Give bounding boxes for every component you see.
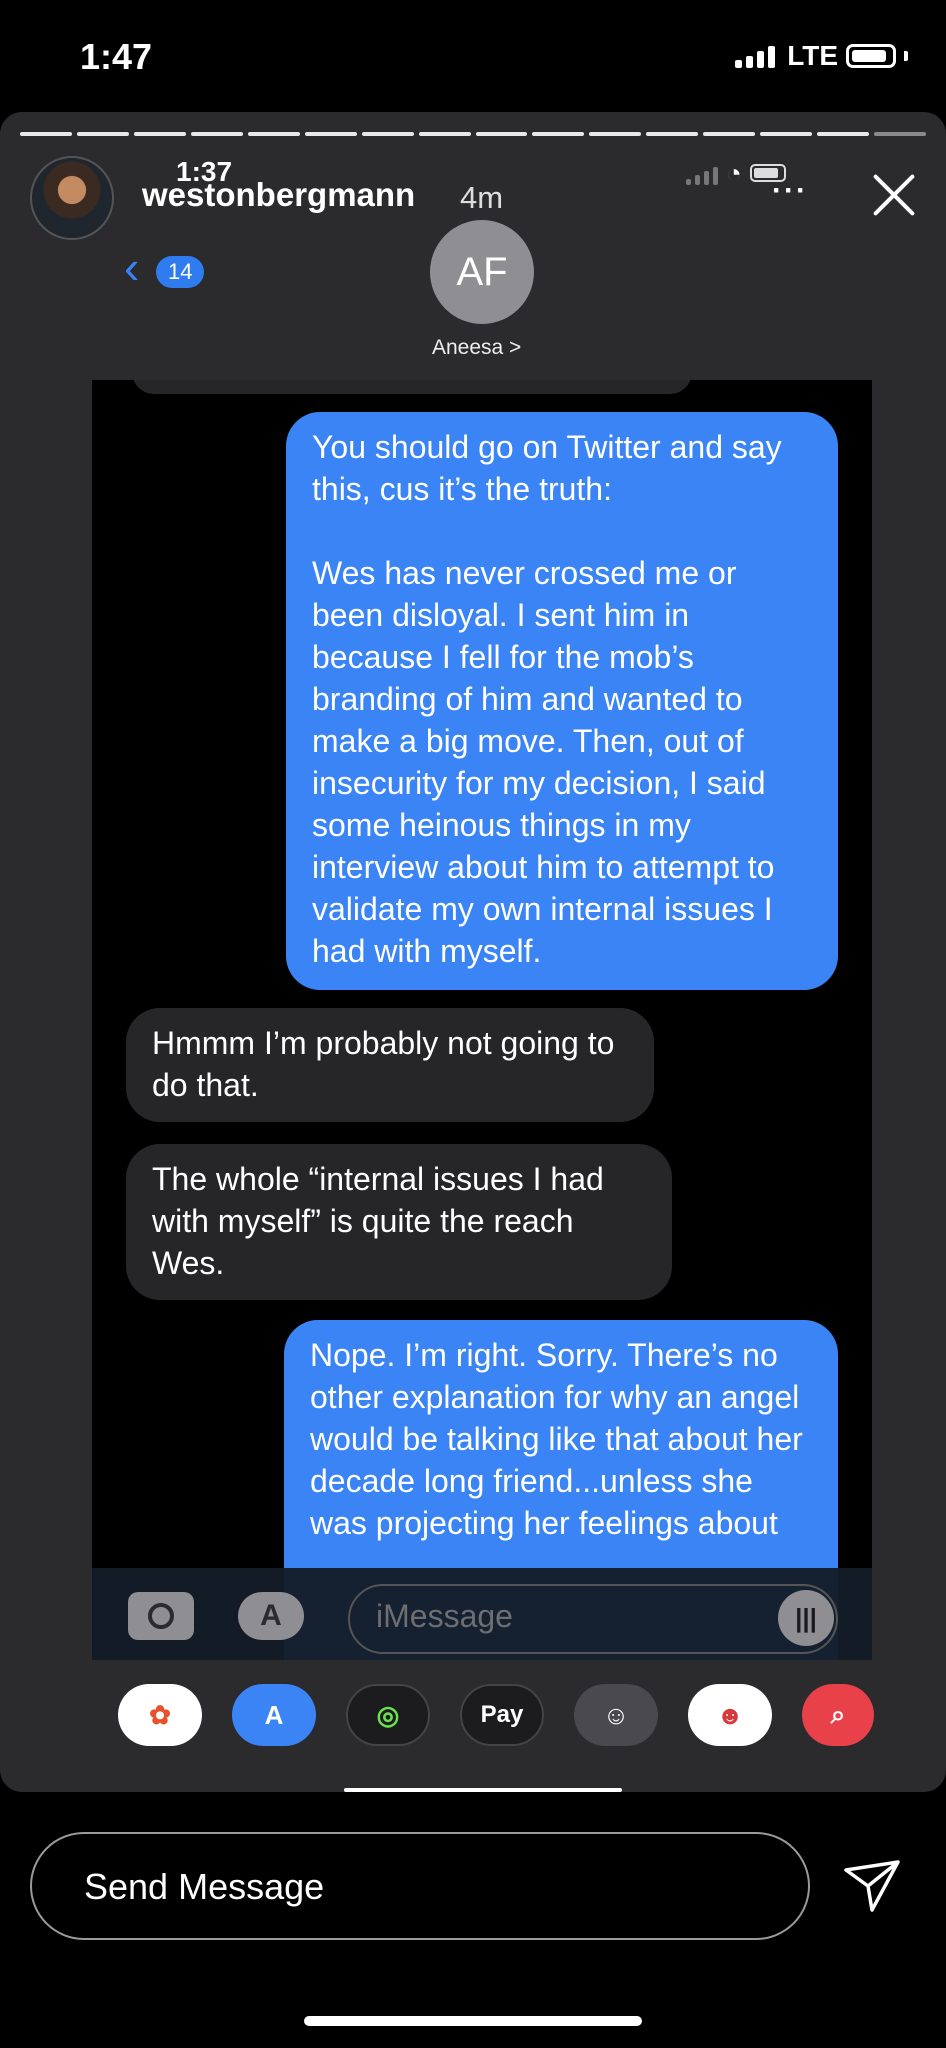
app-store-icon: A — [238, 1592, 304, 1640]
sent-message-bubble: You should go on Twitter and say this, c… — [286, 412, 838, 990]
message-text: The whole “internal issues I had with my… — [152, 1161, 613, 1281]
received-message-bubble: The whole “internal issues I had with my… — [126, 1144, 672, 1300]
send-message-placeholder: Send Message — [84, 1866, 325, 1907]
progress-segment — [247, 132, 300, 136]
received-message-bubble: Hmmm I’m probably not going to do that. — [126, 1008, 654, 1122]
animoji-icon: ☻ — [688, 1684, 772, 1746]
progress-segment — [190, 132, 243, 136]
status-indicators: LTE — [735, 40, 908, 72]
progress-segment — [760, 132, 813, 136]
inner-home-indicator — [344, 1788, 622, 1792]
battery-icon — [846, 44, 896, 68]
unread-count-badge: 14 — [156, 256, 205, 288]
inner-signal-icon — [686, 161, 718, 185]
story-progress-bar — [20, 132, 926, 136]
signal-icon — [735, 44, 776, 68]
network-label: LTE — [787, 40, 838, 71]
progress-segment — [874, 132, 926, 136]
photos-icon: ✿ — [118, 1684, 202, 1746]
image-search-icon: ⌕ — [802, 1684, 874, 1746]
message-thread: You should go on Twitter and say this, c… — [92, 380, 872, 1660]
send-icon[interactable] — [842, 1856, 902, 1916]
inner-status-icons: ◔ — [686, 160, 786, 186]
apple-pay-icon: Pay — [460, 1684, 544, 1746]
home-indicator — [304, 2016, 642, 2026]
profile-avatar[interactable] — [30, 156, 114, 240]
partial-message-bubble — [132, 380, 692, 394]
progress-segment — [589, 132, 642, 136]
progress-segment — [76, 132, 129, 136]
progress-segment — [304, 132, 357, 136]
audio-waveform-icon: ||| — [778, 1590, 834, 1646]
contact-name: Aneesa > — [432, 336, 522, 359]
progress-segment — [418, 132, 471, 136]
story-age: 4m — [460, 180, 504, 215]
message-text: Hmmm I’m probably not going to do that. — [152, 1025, 624, 1103]
progress-segment — [20, 132, 72, 136]
memoji-icon: ☺ — [574, 1684, 658, 1746]
progress-segment — [703, 132, 756, 136]
progress-segment — [532, 132, 585, 136]
close-icon[interactable] — [870, 172, 916, 218]
more-icon[interactable]: ··· — [772, 174, 808, 208]
wifi-icon: ◔ — [726, 158, 742, 188]
status-time: 1:47 — [80, 36, 153, 77]
app-tray: ✿ A ◎ Pay ☺ ☻ ⌕ — [92, 1660, 874, 1770]
back-chevron-icon: ‹ — [124, 241, 140, 293]
progress-segment — [361, 132, 414, 136]
contact-avatar: AF — [430, 220, 534, 324]
progress-segment — [133, 132, 186, 136]
progress-segment — [817, 132, 870, 136]
imessage-placeholder: iMessage — [376, 1598, 513, 1634]
app-store-icon: A — [232, 1684, 316, 1746]
message-text: You should go on Twitter and say this, c… — [312, 429, 782, 969]
camera-icon — [128, 1592, 194, 1640]
message-text: Nope. I’m right. Sorry. There’s no other… — [310, 1337, 812, 1541]
activity-rings-icon: ◎ — [346, 1684, 430, 1746]
story-username[interactable]: westonbergmann — [142, 176, 415, 214]
progress-segment — [646, 132, 699, 136]
progress-segment — [475, 132, 528, 136]
